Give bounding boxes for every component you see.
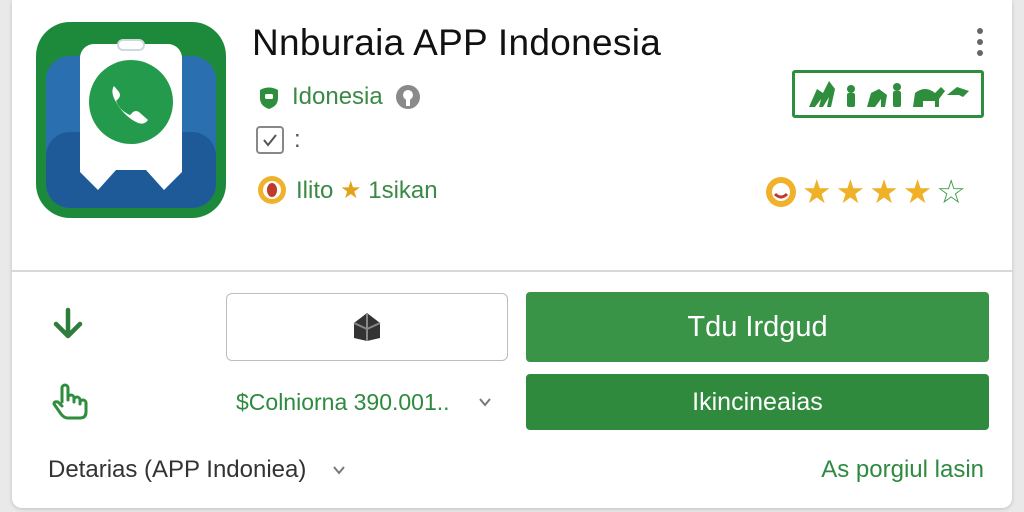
app-icon[interactable]	[36, 22, 226, 218]
verified-icon	[395, 85, 420, 109]
developer-badge-icon	[260, 87, 278, 109]
meta-row: :	[256, 124, 301, 156]
price-select[interactable]: $Colniorna 390.001..	[236, 385, 492, 419]
star-filled-icon: ★	[902, 173, 933, 210]
hand-pointer-icon[interactable]	[50, 382, 90, 422]
more-options-icon[interactable]	[970, 28, 990, 60]
download-arrow-icon[interactable]	[50, 306, 86, 342]
secondary-action-button[interactable]: Ikincineaias	[526, 374, 989, 430]
rating-face-icon	[258, 176, 286, 204]
rating-row: Ilito ★ 1sikan	[256, 172, 438, 208]
rating-suffix: 1sikan	[368, 176, 438, 204]
section-divider	[12, 270, 1012, 272]
checkbox-icon	[256, 126, 284, 154]
details-toggle[interactable]: Detarias (APP Indoniea)	[48, 456, 346, 484]
star-rating: ★ ★ ★ ★ ☆	[764, 174, 966, 210]
star-filled-icon: ★	[869, 173, 899, 210]
rating-star-glyph: ★	[340, 176, 362, 204]
share-button[interactable]	[226, 293, 508, 361]
install-button[interactable]: Tdu Irdgud	[526, 292, 989, 362]
app-title: Nnburaia APP Indonesia	[252, 22, 662, 63]
meta-value: :	[294, 126, 301, 153]
share-icon	[353, 313, 381, 341]
chevron-down-icon	[333, 466, 346, 475]
rating-prefix: Ilito	[296, 176, 334, 204]
price-select-value: $Colniorna 390.001..	[236, 388, 450, 415]
details-label: Detarias (APP Indoniea)	[48, 456, 307, 483]
app-card: Nnburaia APP Indonesia Idonesia : Ilito …	[12, 0, 1012, 508]
rating-face-icon	[766, 177, 796, 207]
rating-text: Ilito ★ 1sikan	[296, 176, 438, 205]
star-filled-icon: ★	[802, 173, 832, 210]
developer-name: Idonesia	[292, 83, 383, 110]
star-filled-icon: ★	[835, 173, 866, 210]
more-link[interactable]: As porgiul lasin	[821, 456, 984, 484]
star-empty-icon: ☆	[936, 173, 966, 210]
developer-row[interactable]: Idonesia	[256, 80, 421, 114]
chevron-down-icon	[478, 398, 491, 407]
category-badge	[792, 70, 984, 118]
